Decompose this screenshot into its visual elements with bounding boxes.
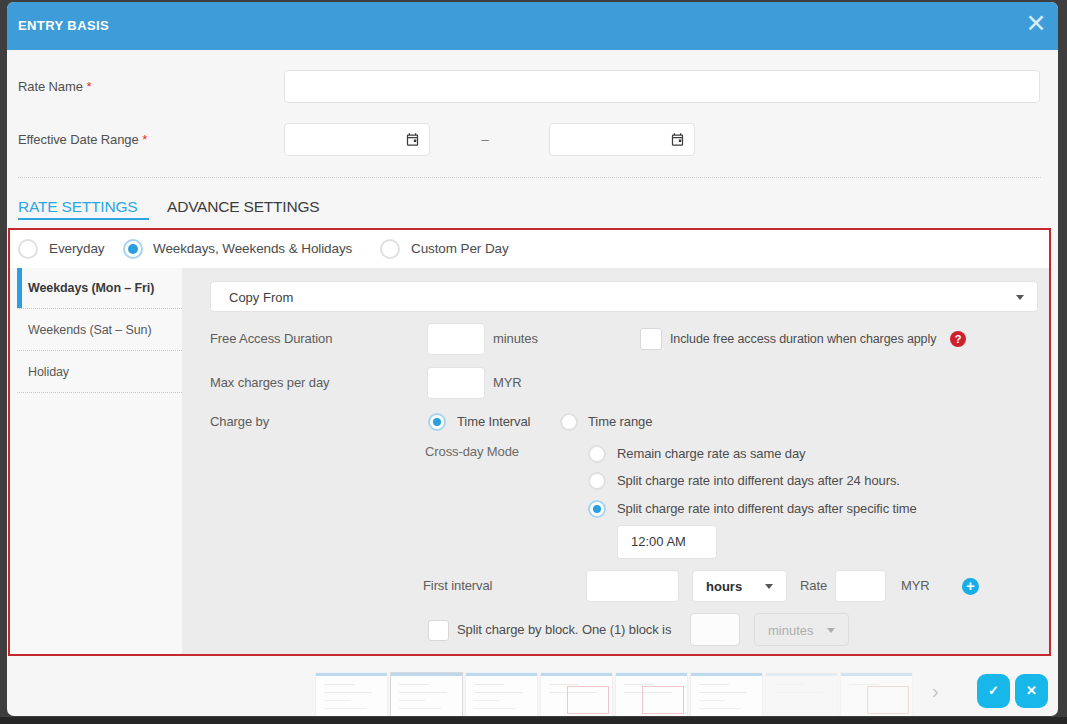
split-block-checkbox[interactable] <box>428 620 449 641</box>
rate-settings-content: Copy From Free Access Duration minutes I… <box>182 268 1049 654</box>
block-size-input[interactable] <box>690 613 740 646</box>
first-interval-label: First interval <box>423 570 492 602</box>
radio-split-specific-time-label: Split charge rate into different days af… <box>617 493 917 525</box>
copy-from-select[interactable]: Copy From <box>210 281 1038 312</box>
free-access-unit: minutes <box>493 323 538 355</box>
date-to-input[interactable] <box>549 123 695 156</box>
calendar-icon[interactable] <box>670 132 685 151</box>
radio-time-interval-label: Time Interval <box>457 406 530 438</box>
dialog-header: ENTRY BASIS ✕ <box>7 2 1058 50</box>
calendar-icon[interactable] <box>405 132 420 151</box>
thumbnail[interactable] <box>465 672 538 716</box>
date-range-separator: – <box>475 123 495 156</box>
chevron-down-icon <box>827 628 835 633</box>
free-access-input[interactable] <box>427 323 485 355</box>
first-interval-input[interactable] <box>586 570 679 602</box>
help-icon[interactable]: ? <box>950 331 966 347</box>
free-access-label: Free Access Duration <box>210 323 332 355</box>
cancel-button[interactable]: ✕ <box>1015 674 1048 708</box>
include-free-access-label: Include free access duration when charge… <box>670 323 936 355</box>
thumbnail[interactable] <box>840 672 913 716</box>
chevron-down-icon <box>1016 295 1024 300</box>
thumbnail[interactable] <box>540 672 613 716</box>
charge-by-label: Charge by <box>210 406 269 438</box>
max-charges-label: Max charges per day <box>210 367 330 399</box>
rate-label: Rate <box>800 570 827 602</box>
screenshot-filmstrip[interactable] <box>315 672 913 716</box>
sidebar-item-holiday[interactable]: Holiday <box>17 351 182 393</box>
radio-weekdays-weekends-holidays-label: Weekdays, Weekends & Holidays <box>153 230 352 268</box>
thumbnail[interactable] <box>765 672 838 716</box>
chevron-down-icon <box>765 584 773 589</box>
active-tab-underline <box>18 218 149 220</box>
split-block-label: Split charge by block. One (1) block is <box>457 614 671 646</box>
radio-remain-charge[interactable] <box>588 445 606 463</box>
radio-time-range[interactable] <box>560 413 578 431</box>
rate-currency: MYR <box>901 570 930 602</box>
separator <box>18 177 1041 178</box>
radio-split-specific-time[interactable] <box>588 500 606 518</box>
include-free-access-checkbox[interactable] <box>640 328 662 350</box>
day-mode-group: Everyday Weekdays, Weekends & Holidays C… <box>10 230 1049 268</box>
rate-settings-panel: Everyday Weekdays, Weekends & Holidays C… <box>8 228 1051 656</box>
date-from-input[interactable] <box>284 123 430 156</box>
max-charges-input[interactable] <box>427 367 485 399</box>
radio-time-range-label: Time range <box>588 406 652 438</box>
dialog-title: ENTRY BASIS <box>18 2 109 50</box>
sidebar-item-weekends[interactable]: Weekends (Sat – Sun) <box>17 309 182 351</box>
radio-everyday-label: Everyday <box>49 230 104 268</box>
radio-weekdays-weekends-holidays[interactable] <box>123 239 143 259</box>
confirm-button[interactable]: ✓ <box>977 674 1010 708</box>
radio-custom-per-day[interactable] <box>380 239 400 259</box>
radio-split-24h[interactable] <box>588 472 606 490</box>
radio-custom-per-day-label: Custom Per Day <box>411 230 509 268</box>
rate-name-label: Rate Name * <box>18 70 91 103</box>
close-icon[interactable]: ✕ <box>1016 2 1056 46</box>
thumbnail[interactable] <box>390 672 463 716</box>
thumbnail[interactable] <box>690 672 763 716</box>
cross-day-mode-label: Cross-day Mode <box>425 436 519 468</box>
rate-input[interactable] <box>835 570 886 602</box>
day-type-sidebar: Weekdays (Mon – Fri) Weekends (Sat – Sun… <box>10 268 182 654</box>
tab-rate-settings[interactable]: RATE SETTINGS <box>18 198 137 216</box>
entry-basis-dialog: ENTRY BASIS ✕ Rate Name * Effective Date… <box>7 2 1058 716</box>
filmstrip-next-icon[interactable]: › <box>932 680 939 703</box>
interval-unit-select[interactable]: hours <box>692 570 787 602</box>
radio-time-interval[interactable] <box>428 413 446 431</box>
radio-everyday[interactable] <box>18 239 38 259</box>
sidebar-item-weekdays[interactable]: Weekdays (Mon – Fri) <box>17 268 182 309</box>
add-interval-icon[interactable]: + <box>962 578 979 595</box>
max-charges-unit: MYR <box>493 367 522 399</box>
thumbnail[interactable] <box>315 672 388 716</box>
screen: ENTRY BASIS ✕ Rate Name * Effective Date… <box>0 0 1067 724</box>
effective-date-label: Effective Date Range * <box>18 123 147 156</box>
tab-advance-settings[interactable]: ADVANCE SETTINGS <box>167 198 319 216</box>
block-unit-select[interactable]: minutes <box>754 613 849 646</box>
rate-name-input[interactable] <box>284 70 1040 103</box>
specific-time-input[interactable]: 12:00 AM <box>617 525 717 559</box>
thumbnail[interactable] <box>615 672 688 716</box>
